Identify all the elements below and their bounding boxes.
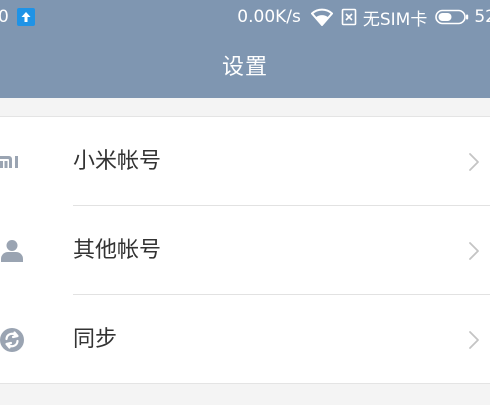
status-left: 0 (0, 6, 35, 28)
settings-item-label: 其他帐号 (73, 238, 162, 263)
settings-list: 小米帐号 其他帐号 同步 (0, 117, 490, 384)
settings-screen: 0 0.00K/s 无SIM卡 5 设置 小米帐号 其他帐号 同步 (0, 0, 490, 405)
page-title: 设置 (221, 55, 268, 80)
settings-item-label: 小米帐号 (73, 149, 162, 174)
person-icon (0, 206, 30, 295)
section-gap-bottom (0, 383, 490, 405)
header: 0 0.00K/s 无SIM卡 5 设置 (0, 0, 490, 98)
net-speed: 0.00K/s (237, 7, 301, 27)
upload-arrow-icon (16, 8, 35, 26)
mi-logo-icon (0, 117, 30, 206)
battery-icon (435, 9, 469, 25)
chevron-right-icon (468, 295, 480, 384)
settings-item-label: 同步 (73, 327, 118, 352)
battery-level: 52 (474, 7, 490, 27)
settings-item-xiaomi-account[interactable]: 小米帐号 (0, 117, 490, 206)
section-gap-top (0, 98, 490, 117)
status-right: 0.00K/s 无SIM卡 5 (237, 6, 490, 30)
chevron-right-icon (468, 206, 480, 295)
status-bar: 0 0.00K/s 无SIM卡 5 (0, 0, 490, 34)
notification-count: 0 (0, 7, 9, 27)
settings-item-sync[interactable]: 同步 (0, 295, 490, 384)
sync-icon (0, 295, 30, 384)
chevron-right-icon (468, 117, 480, 206)
title-bar: 设置 (0, 34, 490, 98)
sim-status-text: 无SIM卡 (362, 9, 428, 30)
settings-item-other-accounts[interactable]: 其他帐号 (0, 206, 490, 295)
wifi-icon (310, 8, 333, 26)
no-sim-icon (341, 8, 357, 26)
